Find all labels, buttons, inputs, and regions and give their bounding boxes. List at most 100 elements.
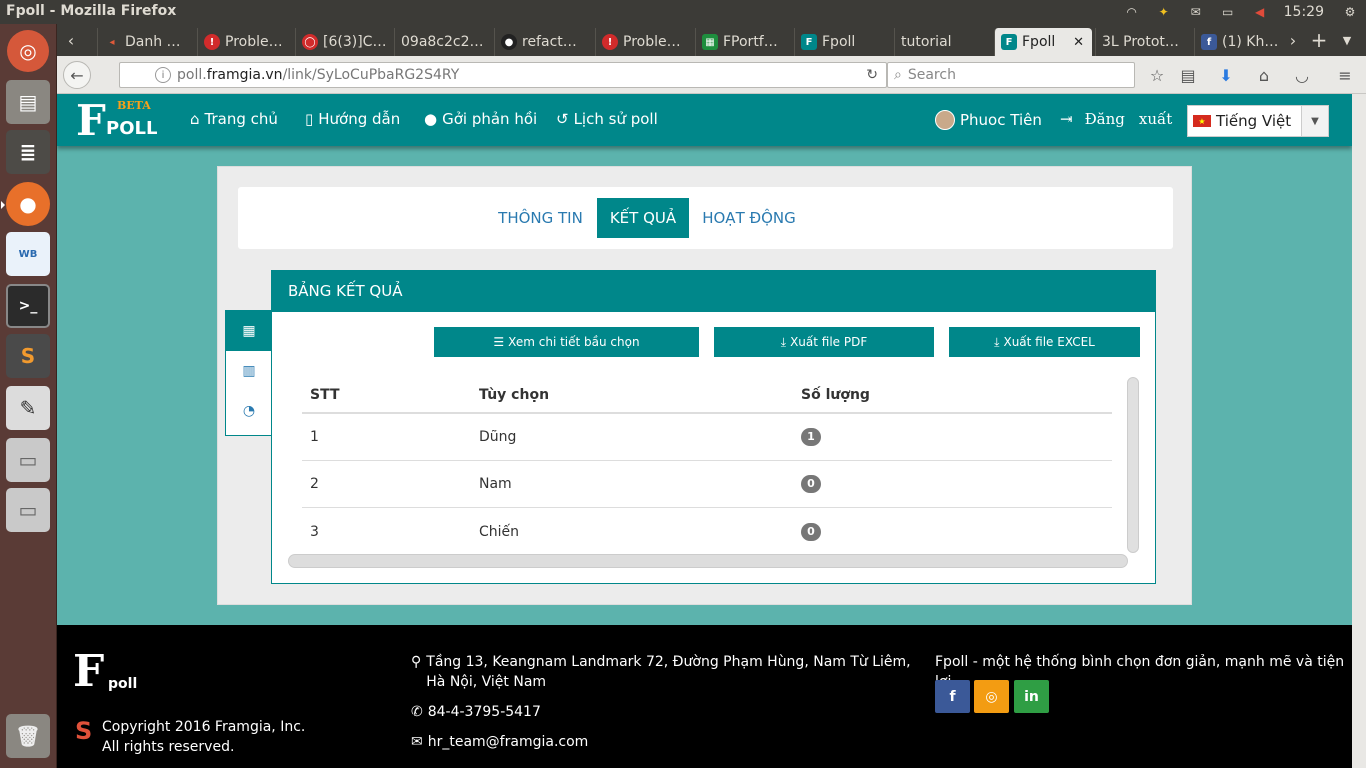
result-box: BẢNG KẾT QUẢ ☰ Xem chi tiết bầu chọn ⤓ Xuấ…: [271, 270, 1156, 584]
browser-tab[interactable]: ● refact…: [494, 28, 590, 56]
reload-icon[interactable]: ↻: [866, 67, 878, 83]
search-input[interactable]: ⌕ Search: [887, 62, 1135, 88]
row-number: 1: [310, 429, 319, 445]
table-horizontal-scrollbar[interactable]: [288, 554, 1128, 568]
column-header: Số lượng: [801, 387, 870, 403]
home-icon[interactable]: ⌂: [1250, 61, 1278, 89]
browser-tab[interactable]: 3L Protot…: [1095, 28, 1191, 56]
option-name: Chiến: [479, 523, 520, 540]
facebook-icon[interactable]: f: [935, 680, 970, 713]
clock[interactable]: 15:29: [1284, 4, 1324, 20]
ubuntu-dash-icon[interactable]: ◎: [7, 30, 49, 72]
tab-activity[interactable]: HOẠT ĐỘNG: [698, 198, 800, 238]
option-name: Dũng: [479, 429, 517, 445]
framgia-logo-icon: S: [75, 717, 93, 745]
tab-scroll-right-icon[interactable]: ›: [1279, 26, 1307, 54]
pie-chart-view-icon[interactable]: ◔: [226, 391, 272, 431]
browser-tab[interactable]: 09a8c2c2…: [394, 28, 490, 56]
browser-tab[interactable]: ! Proble…: [595, 28, 691, 56]
trash-icon[interactable]: 🗑: [6, 714, 50, 758]
drive-icon[interactable]: ▭: [6, 488, 50, 532]
tab-scroll-left-icon[interactable]: ‹: [57, 26, 85, 54]
server-icon[interactable]: ≣: [6, 130, 50, 174]
browser-tab[interactable]: f (1) Kh…: [1194, 28, 1284, 56]
firefox-icon[interactable]: ●: [6, 182, 50, 226]
github-icon[interactable]: ◎: [974, 680, 1009, 713]
browser-tab[interactable]: ◯ [6(3)]C…: [295, 28, 391, 56]
home-icon: ⌂: [190, 110, 200, 128]
vietnam-flag-icon: ★: [1193, 115, 1211, 127]
sublime-text-icon[interactable]: S: [6, 334, 50, 378]
table-row: 1 Dũng 1: [302, 414, 1112, 461]
dropbox-icon[interactable]: ✦: [1155, 5, 1173, 19]
battery-icon[interactable]: ▭: [1219, 5, 1237, 19]
nav-history[interactable]: ↺ Lịch sử poll: [556, 110, 658, 128]
url-prefix: poll.: [177, 67, 207, 83]
nav-home[interactable]: ⌂ Trang chủ: [190, 110, 278, 128]
volume-muted-icon[interactable]: ◀: [1251, 5, 1269, 19]
browser-tab[interactable]: F Fpoll: [794, 28, 890, 56]
linkedin-icon[interactable]: in: [1014, 680, 1049, 713]
reading-list-icon[interactable]: ▤: [1174, 61, 1202, 89]
view-detail-button[interactable]: ☰ Xem chi tiết bầu chọn: [434, 327, 699, 357]
poll-tabs: THÔNG TIN KẾT QUẢ HOẠT ĐỘNG: [238, 187, 1173, 249]
info-icon[interactable]: i: [155, 67, 171, 83]
tab-list-icon[interactable]: ▼: [1333, 26, 1361, 54]
page-scrollbar[interactable]: [1352, 94, 1366, 768]
avatar: [935, 110, 955, 130]
url-path: /link/SyLoCuPbaRG2S4RY: [282, 67, 460, 83]
error-icon: !: [602, 34, 618, 50]
result-table: STT Tùy chọn Số lượng 1 Dũng 1 2 Nam 0 3…: [302, 378, 1112, 555]
comment-icon: ●: [424, 110, 438, 128]
logo-beta-badge: BETA: [117, 99, 151, 112]
language-select[interactable]: ★ Tiếng Việt ▼: [1187, 105, 1329, 137]
table-header: STT Tùy chọn Số lượng: [302, 378, 1112, 414]
table-view-icon[interactable]: ▦: [226, 311, 272, 351]
url-bar[interactable]: i poll. framgia.vn/link/SyLoCuPbaRG2S4RY …: [119, 62, 887, 88]
table-vertical-scrollbar[interactable]: [1127, 377, 1139, 553]
window-title: Fpoll - Mozilla Firefox: [6, 3, 177, 19]
drive-icon[interactable]: ▭: [6, 438, 50, 482]
pocket-icon[interactable]: ◡: [1288, 61, 1316, 89]
settings-gear-icon[interactable]: ⚙: [1341, 5, 1359, 19]
new-tab-icon[interactable]: +: [1305, 26, 1333, 54]
table-row: 3 Chiến 0: [302, 508, 1112, 555]
mysql-workbench-icon[interactable]: WB: [6, 232, 50, 276]
logout-button[interactable]: ⇥ Đăng xuất: [1060, 110, 1172, 128]
site-navbar: F BETA POLL ⌂ Trang chủ ▯ Hướng dẫn ● Gởi p…: [57, 94, 1352, 146]
footer-logo-name: poll: [108, 676, 138, 692]
downloads-icon[interactable]: ⬇: [1212, 61, 1240, 89]
browser-tab[interactable]: ! Proble…: [197, 28, 293, 56]
row-number: 3: [310, 523, 319, 540]
browser-tab[interactable]: ▦ FPortf…: [695, 28, 791, 56]
browser-tab[interactable]: tutorial: [894, 28, 990, 56]
back-button[interactable]: ←: [63, 61, 91, 89]
logo-name: POLL: [106, 118, 158, 139]
export-excel-button[interactable]: ⤓ Xuất file EXCEL: [949, 327, 1140, 357]
poll-panel: THÔNG TIN KẾT QUẢ HOẠT ĐỘNG ▦ ▥ ◔ BẢNG K…: [217, 166, 1192, 605]
back-arrow-icon: ◂: [109, 36, 115, 48]
export-pdf-button[interactable]: ⤓ Xuất file PDF: [714, 327, 934, 357]
vote-count-badge: 0: [801, 522, 821, 541]
system-tray: ◠ ✦ ✉ ▭ ◀ 15:29 ⚙: [1116, 0, 1366, 24]
app-launcher: ◎ ▤ ≣ ● WB >_ S ✎ ▭ ▭ 🗑: [0, 24, 57, 768]
bar-chart-view-icon[interactable]: ▥: [226, 351, 272, 391]
tab-result[interactable]: KẾT QUẢ: [597, 198, 689, 238]
terminal-icon[interactable]: >_: [6, 284, 50, 328]
wifi-icon[interactable]: ◠: [1123, 5, 1141, 19]
user-profile[interactable]: Phuoc Tiên: [935, 110, 1042, 130]
close-tab-icon[interactable]: ✕: [1073, 35, 1084, 50]
bookmark-star-icon[interactable]: ☆: [1143, 61, 1171, 89]
nav-guide[interactable]: ▯ Hướng dẫn: [305, 110, 400, 128]
browser-tab-active[interactable]: F Fpoll ✕: [994, 28, 1092, 56]
menu-icon[interactable]: ≡: [1331, 61, 1359, 89]
document-icon: ▯: [305, 110, 314, 128]
tab-info[interactable]: THÔNG TIN: [493, 198, 588, 238]
browser-tab[interactable]: ◂ Danh …: [97, 28, 193, 56]
mail-icon[interactable]: ✉: [1187, 5, 1205, 19]
site-logo[interactable]: F: [76, 96, 106, 145]
files-icon[interactable]: ▤: [6, 80, 50, 124]
nav-feedback[interactable]: ● Gởi phản hồi: [424, 110, 537, 128]
chevron-down-icon[interactable]: ▼: [1301, 106, 1328, 136]
text-editor-icon[interactable]: ✎: [6, 386, 50, 430]
